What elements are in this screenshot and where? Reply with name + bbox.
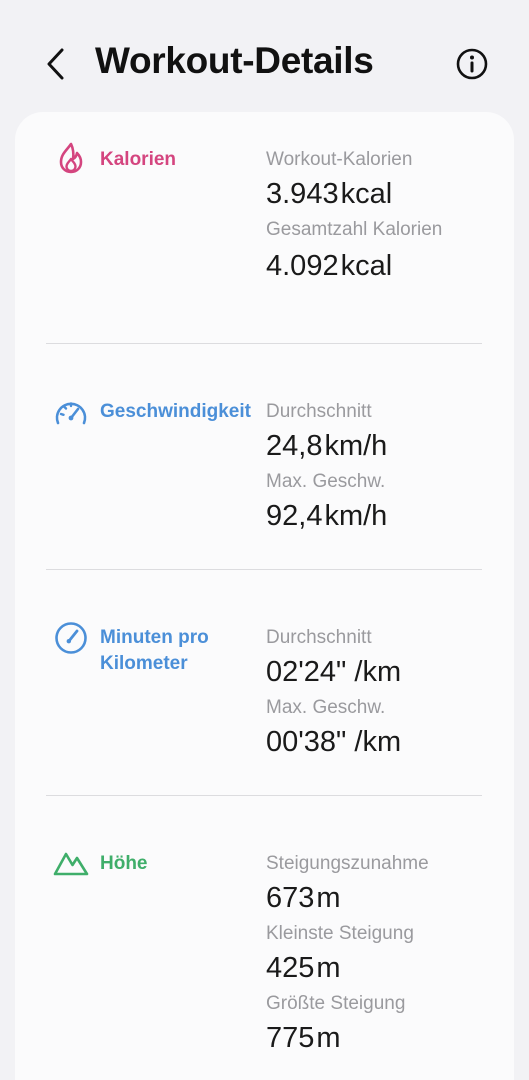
section-title-pace: Minuten pro Kilometer [100,627,209,674]
max-speed-unit: km/h [324,500,388,532]
avg-speed-number: 24,8 [266,430,323,462]
divider [46,795,482,796]
max-elevation-label: Größte Steigung [266,993,406,1014]
max-elevation-number: 775 [266,1022,315,1054]
flame-icon [59,142,83,174]
avg-pace-value: 02'24" /km [266,656,402,688]
workout-details-screen: Workout-Details Kalorien Workout-Kalorie… [0,0,529,1080]
divider [46,343,482,344]
max-pace-value: 00'38" /km [266,726,402,758]
max-speed-value: 92,4km/h [266,496,496,539]
section-title-elevation: Höhe [100,853,148,874]
max-speed-label: Max. Geschw. [266,471,386,492]
min-elevation-number: 425 [266,952,315,984]
workout-calories-number: 3.943 [266,178,339,210]
max-pace-label: Max. Geschw. [266,697,386,718]
section-title-calories: Kalorien [100,149,177,170]
info-icon [456,48,488,80]
info-button[interactable] [452,44,492,84]
speed-metrics: Durchschnitt 24,8km/h Max. Geschw. 92,4k… [266,399,496,539]
elevation-gain-unit: m [316,882,341,914]
page-title: Workout-Details [95,40,374,81]
min-elevation-value: 425m [266,948,496,991]
pace-metrics: Durchschnitt 02'24" /km Max. Geschw. 00'… [266,625,496,765]
elevation-gain-number: 673 [266,882,315,914]
min-elevation-unit: m [316,952,341,984]
workout-calories-unit: kcal [340,178,393,210]
calories-metrics: Workout-Kalorien 3.943kcal Gesamtzahl Ka… [266,147,496,289]
elevation-metrics: Steigungszunahme 673m Kleinste Steigung … [266,851,496,1061]
workout-calories-label: Workout-Kalorien [266,149,413,170]
back-button[interactable] [36,40,76,88]
max-speed-number: 92,4 [266,500,323,532]
section-title-speed: Geschwindigkeit [100,401,251,422]
avg-speed-value: 24,8km/h [266,426,496,469]
total-calories-value: 4.092kcal [266,246,496,289]
avg-speed-label: Durchschnitt [266,401,372,422]
speedometer-icon [55,402,87,425]
total-calories-unit: kcal [340,250,393,282]
total-calories-label: Gesamtzahl Kalorien [266,219,443,240]
elevation-gain-label: Steigungszunahme [266,853,429,874]
min-elevation-label: Kleinste Steigung [266,923,414,944]
details-card: Kalorien Workout-Kalorien 3.943kcal Gesa… [15,112,514,1080]
avg-pace-label: Durchschnitt [266,627,372,648]
gauge-icon [55,622,87,654]
header: Workout-Details [0,0,529,112]
divider [46,569,482,570]
total-calories-number: 4.092 [266,250,339,282]
elevation-gain-value: 673m [266,878,496,921]
avg-speed-unit: km/h [324,430,388,462]
workout-calories-value: 3.943kcal [266,174,496,217]
mountain-icon [53,852,89,876]
max-elevation-value: 775m [266,1018,496,1061]
max-elevation-unit: m [316,1022,341,1054]
chevron-left-icon [47,48,64,80]
